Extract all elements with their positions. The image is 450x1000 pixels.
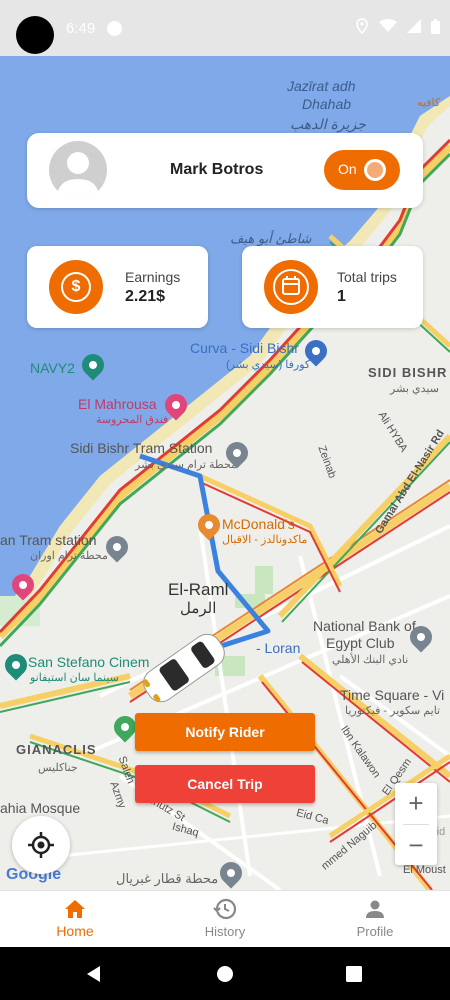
back-icon[interactable] — [84, 964, 104, 984]
map-label-shati: شاطئ أبو هيف — [230, 231, 312, 246]
status-bar: 6:49 — [0, 0, 450, 56]
map-label-nbe: National Bank of — [313, 618, 416, 634]
dollar-icon: $ — [61, 272, 91, 302]
map-label-time-square-ar: تايم سكوير - فيكتوريا — [345, 705, 441, 717]
map-label-nbe-ar: نادي البنك الأهلي — [332, 654, 409, 666]
nav-item-home[interactable]: Home — [0, 891, 150, 948]
map-label-tram-station: Sidi Bishr Tram Station — [70, 440, 213, 456]
home-circle-icon[interactable] — [216, 965, 234, 983]
map-label-gianaclis-ar: جناكليس — [38, 762, 78, 774]
driver-name: Mark Botros — [170, 161, 264, 178]
map-label-curva: Curva - Sidi Bishr — [190, 340, 299, 356]
nav-item-profile[interactable]: Profile — [300, 891, 450, 948]
person-placeholder-icon — [57, 152, 99, 199]
earnings-value: 2.21$ — [125, 288, 166, 305]
zoom-in-button[interactable]: + — [395, 783, 437, 823]
nav-label-home: Home — [56, 923, 94, 939]
nav-item-history[interactable]: History — [150, 891, 300, 948]
battery-icon — [431, 18, 440, 34]
status-icons — [355, 18, 440, 34]
map-label-an-tram-ar: محطة ترام اوران — [30, 550, 108, 562]
driver-profile-card: Mark Botros On — [27, 133, 423, 208]
map-label-el-moust: El Moust — [403, 864, 446, 876]
zoom-out-button[interactable]: − — [395, 825, 437, 865]
notification-dot-icon — [107, 21, 122, 36]
signal-icon — [407, 19, 421, 33]
location-status-icon — [356, 18, 368, 34]
online-status-toggle[interactable]: On — [324, 150, 400, 190]
toggle-label: On — [338, 161, 357, 177]
map-label-gianaclis: GIANACLIS — [16, 742, 97, 757]
map-label-mahrousa: El Mahrousa — [78, 396, 157, 412]
recents-icon[interactable] — [346, 966, 362, 982]
trips-icon-badge — [264, 260, 318, 314]
calendar-icon — [273, 269, 309, 305]
map-label-curva-ar: كورفا (سيدي بشر) — [226, 359, 311, 371]
home-icon — [65, 900, 85, 918]
map-label-tram-station-ar: محطة ترام سيدي بشر — [135, 459, 237, 471]
bottom-navigation: Home History Profile — [0, 890, 450, 947]
map-label-time-square: Time Square - Vi — [340, 687, 445, 703]
map-label-navy2: NAVY2 — [30, 360, 75, 376]
map-label-cafe: كافيه — [417, 97, 441, 109]
map-label-loran: - Loran — [256, 640, 301, 656]
map-label-sidi-bishr-ar: سيدي بشر — [390, 383, 439, 395]
map-label-gheryal-ar: محطة قطار غبريال — [116, 871, 219, 886]
map-label-mcdonalds-ar: ماكدونالدز - الاقبال — [222, 534, 308, 546]
notify-rider-button[interactable]: Notify Rider — [135, 713, 315, 751]
nav-label-history: History — [204, 924, 246, 939]
trips-value: 1 — [337, 288, 346, 305]
earnings-label: Earnings — [125, 269, 181, 285]
map-label-mcdonalds: McDonald's — [222, 516, 295, 532]
crosshair-icon — [28, 832, 54, 858]
trips-label: Total trips — [337, 269, 397, 285]
earnings-icon-badge: $ — [49, 260, 103, 314]
toggle-knob — [364, 159, 386, 181]
zoom-controls: + − — [395, 783, 437, 865]
avatar — [49, 141, 107, 199]
map-label-jazirat-ar: جزيرة الدهب — [290, 116, 366, 132]
map-label-an-tram: an Tram station — [0, 532, 97, 548]
history-icon — [213, 898, 237, 920]
map-label-el-raml-ar: الرمل — [180, 600, 217, 617]
cancel-trip-button[interactable]: Cancel Trip — [135, 765, 315, 803]
status-time: 6:49 — [66, 20, 96, 37]
map-label-jazirat-2: Dhahab — [302, 96, 352, 112]
map-label-el-raml: El-Raml — [168, 580, 229, 599]
earnings-card: $ Earnings 2.21$ — [27, 246, 208, 328]
wifi-icon — [379, 19, 397, 32]
nav-label-profile: Profile — [356, 924, 394, 939]
camera-cutout — [16, 16, 54, 54]
map-label-nbe-2: Egypt Club — [326, 635, 395, 651]
total-trips-card: Total trips 1 — [242, 246, 423, 328]
system-navigation-bar — [0, 947, 450, 1000]
map-label-mahrousa-ar: فندق المحروسة — [96, 414, 169, 426]
map-label-sidi-bishr: SIDI BISHR — [368, 365, 448, 380]
car-marker-icon — [142, 633, 225, 703]
my-location-button[interactable] — [12, 816, 70, 874]
map-label-jazirat: Jazīrat adh — [287, 78, 356, 94]
map-label-mosque: ahia Mosque — [0, 800, 81, 816]
map-label-san-stefano-ar: سينما سان استيفانو — [30, 672, 119, 684]
person-icon — [366, 900, 384, 918]
